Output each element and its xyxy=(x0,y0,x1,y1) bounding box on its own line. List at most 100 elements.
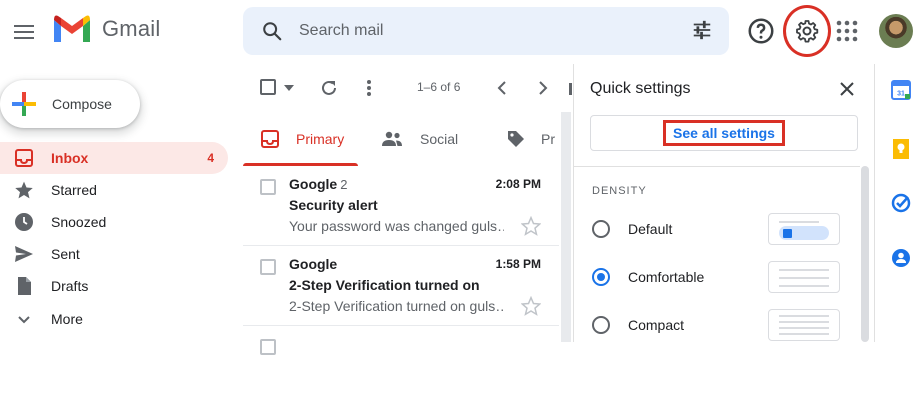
search-input[interactable] xyxy=(299,19,659,43)
select-all-checkbox[interactable] xyxy=(260,79,276,95)
star-icon xyxy=(15,181,33,199)
email-snippet: Your password was changed guls… xyxy=(289,218,504,234)
sidebar-item-starred[interactable]: Starred xyxy=(0,174,228,206)
tag-icon xyxy=(508,131,524,147)
quick-settings-panel: Quick settings See all settings DENSITY … xyxy=(573,64,873,342)
settings-icon xyxy=(796,20,819,43)
compose-plus-icon xyxy=(12,92,36,116)
svg-text:31: 31 xyxy=(897,91,905,98)
sidebar-item-sent[interactable]: Sent xyxy=(0,238,228,270)
sidebar-item-snoozed[interactable]: Snoozed xyxy=(0,206,228,238)
search-icon[interactable] xyxy=(261,20,283,42)
sidebar-item-label: Sent xyxy=(51,246,80,262)
density-option-default[interactable]: Default xyxy=(592,213,842,245)
row-checkbox[interactable] xyxy=(260,259,276,275)
select-dropdown-icon[interactable] xyxy=(284,85,294,91)
unread-count: 4 xyxy=(207,151,214,165)
email-time: 1:58 PM xyxy=(495,257,541,271)
avatar[interactable] xyxy=(879,14,913,48)
help-button[interactable] xyxy=(746,16,776,46)
sidebar-item-inbox[interactable]: Inbox 4 xyxy=(0,142,228,174)
sidebar-item-label: Starred xyxy=(51,182,97,198)
density-label: Default xyxy=(628,221,673,237)
email-snippet: 2-Step Verification turned on guls… xyxy=(289,298,504,314)
table-row[interactable]: Google 2 2:08 PM Security alert Your pass… xyxy=(243,166,559,246)
refresh-icon[interactable] xyxy=(319,78,339,98)
density-heading: DENSITY xyxy=(592,185,647,197)
menu-icon xyxy=(14,25,34,39)
table-row[interactable] xyxy=(243,326,559,406)
see-all-settings-button[interactable]: See all settings xyxy=(590,115,858,151)
tab-label: Primary xyxy=(296,131,345,147)
sidebar-item-label: Drafts xyxy=(51,278,89,294)
list-toolbar: 1–6 of 6 xyxy=(243,64,573,112)
density-option-comfortable[interactable]: Comfortable xyxy=(592,261,842,293)
panel-title: Quick settings xyxy=(590,80,691,97)
sidebar-item-label: Inbox xyxy=(51,150,89,166)
radio-button[interactable] xyxy=(592,220,610,238)
tune-icon[interactable] xyxy=(691,19,713,41)
table-row[interactable]: Google 1:58 PM 2-Step Verification turne… xyxy=(243,246,559,326)
panel-scrollbar[interactable] xyxy=(861,166,869,342)
sidebar-item-label: Snoozed xyxy=(51,214,107,230)
apps-icon xyxy=(836,20,858,42)
chevron-right-icon[interactable] xyxy=(538,81,548,95)
sidebar-item-more[interactable]: More xyxy=(0,303,228,335)
row-checkbox[interactable] xyxy=(260,179,276,195)
category-tabs: Primary Social Pr xyxy=(243,112,573,166)
density-preview-comfortable xyxy=(768,261,840,293)
pagination-range: 1–6 of 6 xyxy=(417,80,461,94)
tab-label: Pr xyxy=(541,131,555,147)
email-subject: Security alert xyxy=(289,197,378,213)
contacts-icon[interactable] xyxy=(891,248,911,268)
compose-button[interactable]: Compose xyxy=(0,80,140,128)
tasks-icon[interactable] xyxy=(891,193,911,213)
inbox-icon xyxy=(15,149,33,167)
see-all-settings-label: See all settings xyxy=(663,120,785,146)
chevron-down-icon xyxy=(18,316,30,324)
settings-button[interactable] xyxy=(783,5,831,57)
sidebar-item-drafts[interactable]: Drafts xyxy=(0,270,228,302)
send-icon xyxy=(15,246,33,262)
divider xyxy=(574,166,860,167)
email-subject: 2-Step Verification turned on xyxy=(289,277,480,293)
compose-label: Compose xyxy=(52,96,112,112)
toolbar-edge xyxy=(569,83,572,95)
email-sender: Google 2 xyxy=(289,176,348,192)
density-preview-default xyxy=(768,213,840,245)
calendar-icon[interactable]: 31 xyxy=(891,80,911,100)
side-panel: 31 xyxy=(874,64,917,342)
row-checkbox[interactable] xyxy=(260,339,276,355)
star-icon[interactable] xyxy=(521,216,541,236)
help-icon xyxy=(748,18,774,44)
app-name: Gmail xyxy=(102,16,161,41)
draft-icon xyxy=(18,277,31,295)
radio-button[interactable] xyxy=(592,268,610,286)
gmail-m-icon xyxy=(54,15,90,42)
email-sender: Google xyxy=(289,256,338,272)
people-icon xyxy=(382,131,402,146)
search-bar[interactable] xyxy=(243,7,729,55)
clock-icon xyxy=(15,213,33,231)
apps-button[interactable] xyxy=(836,20,858,42)
email-time: 2:08 PM xyxy=(495,177,541,191)
keep-icon[interactable] xyxy=(891,138,911,160)
sidebar-item-label: More xyxy=(51,311,83,327)
tab-social[interactable]: Social xyxy=(381,112,491,166)
density-label: Compact xyxy=(628,317,685,333)
list-scrollbar[interactable] xyxy=(561,112,571,342)
density-option-compact[interactable]: Compact xyxy=(592,309,842,341)
top-bar: Gmail xyxy=(0,0,917,64)
tab-label: Social xyxy=(420,131,459,147)
gmail-logo[interactable]: Gmail xyxy=(52,14,160,44)
radio-button[interactable] xyxy=(592,316,610,334)
main-menu-button[interactable] xyxy=(6,14,42,50)
inbox-icon xyxy=(261,130,279,148)
tab-primary[interactable]: Primary xyxy=(243,112,358,166)
star-icon[interactable] xyxy=(521,296,541,316)
more-vert-icon[interactable] xyxy=(366,78,372,98)
chevron-left-icon[interactable] xyxy=(497,81,507,95)
close-icon[interactable] xyxy=(839,81,855,97)
thread-count: 2 xyxy=(340,177,348,192)
density-label: Comfortable xyxy=(628,269,705,285)
